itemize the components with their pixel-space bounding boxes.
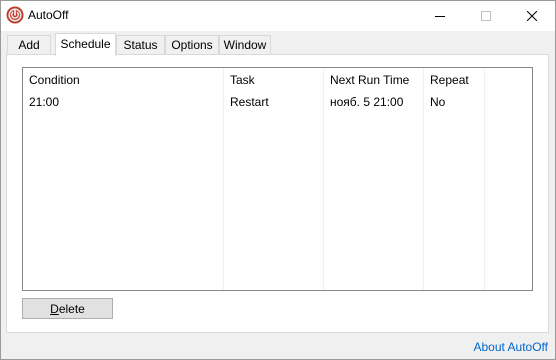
cell-next-run-time: нояб. 5 21:00 bbox=[330, 95, 404, 109]
power-icon bbox=[6, 6, 24, 24]
tab-status[interactable]: Status bbox=[116, 35, 165, 55]
window-title: AutoOff bbox=[28, 8, 69, 22]
tab-schedule[interactable]: Schedule bbox=[55, 33, 116, 56]
cell-task: Restart bbox=[230, 95, 269, 109]
maximize-icon bbox=[481, 11, 491, 21]
title-bar[interactable]: AutoOff bbox=[1, 1, 555, 31]
schedule-panel: Condition Task Next Run Time Repeat 21:0… bbox=[6, 54, 549, 333]
delete-button[interactable]: Delete bbox=[22, 298, 113, 319]
schedule-list[interactable]: Condition Task Next Run Time Repeat 21:0… bbox=[22, 67, 533, 291]
column-header-repeat[interactable]: Repeat bbox=[424, 68, 485, 92]
maximize-button[interactable] bbox=[463, 1, 509, 31]
column-header-next-run-time[interactable]: Next Run Time bbox=[324, 68, 424, 92]
delete-mnemonic: D bbox=[50, 301, 59, 316]
tab-add[interactable]: Add bbox=[7, 35, 51, 55]
minimize-icon bbox=[435, 16, 445, 17]
column-header-condition[interactable]: Condition bbox=[23, 68, 224, 92]
tab-options[interactable]: Options bbox=[165, 35, 219, 55]
tab-window[interactable]: Window bbox=[219, 35, 271, 55]
cell-repeat: No bbox=[430, 95, 446, 109]
close-button[interactable] bbox=[509, 1, 555, 31]
delete-label-rest: elete bbox=[58, 301, 85, 316]
cell-condition: 21:00 bbox=[29, 95, 60, 109]
minimize-button[interactable] bbox=[417, 1, 463, 31]
close-icon bbox=[527, 11, 537, 21]
column-header-task[interactable]: Task bbox=[224, 68, 324, 92]
about-link[interactable]: About AutoOff bbox=[473, 340, 548, 354]
app-window: AutoOff Add Schedule Status Options Wind… bbox=[0, 0, 556, 360]
column-divider bbox=[484, 68, 485, 290]
